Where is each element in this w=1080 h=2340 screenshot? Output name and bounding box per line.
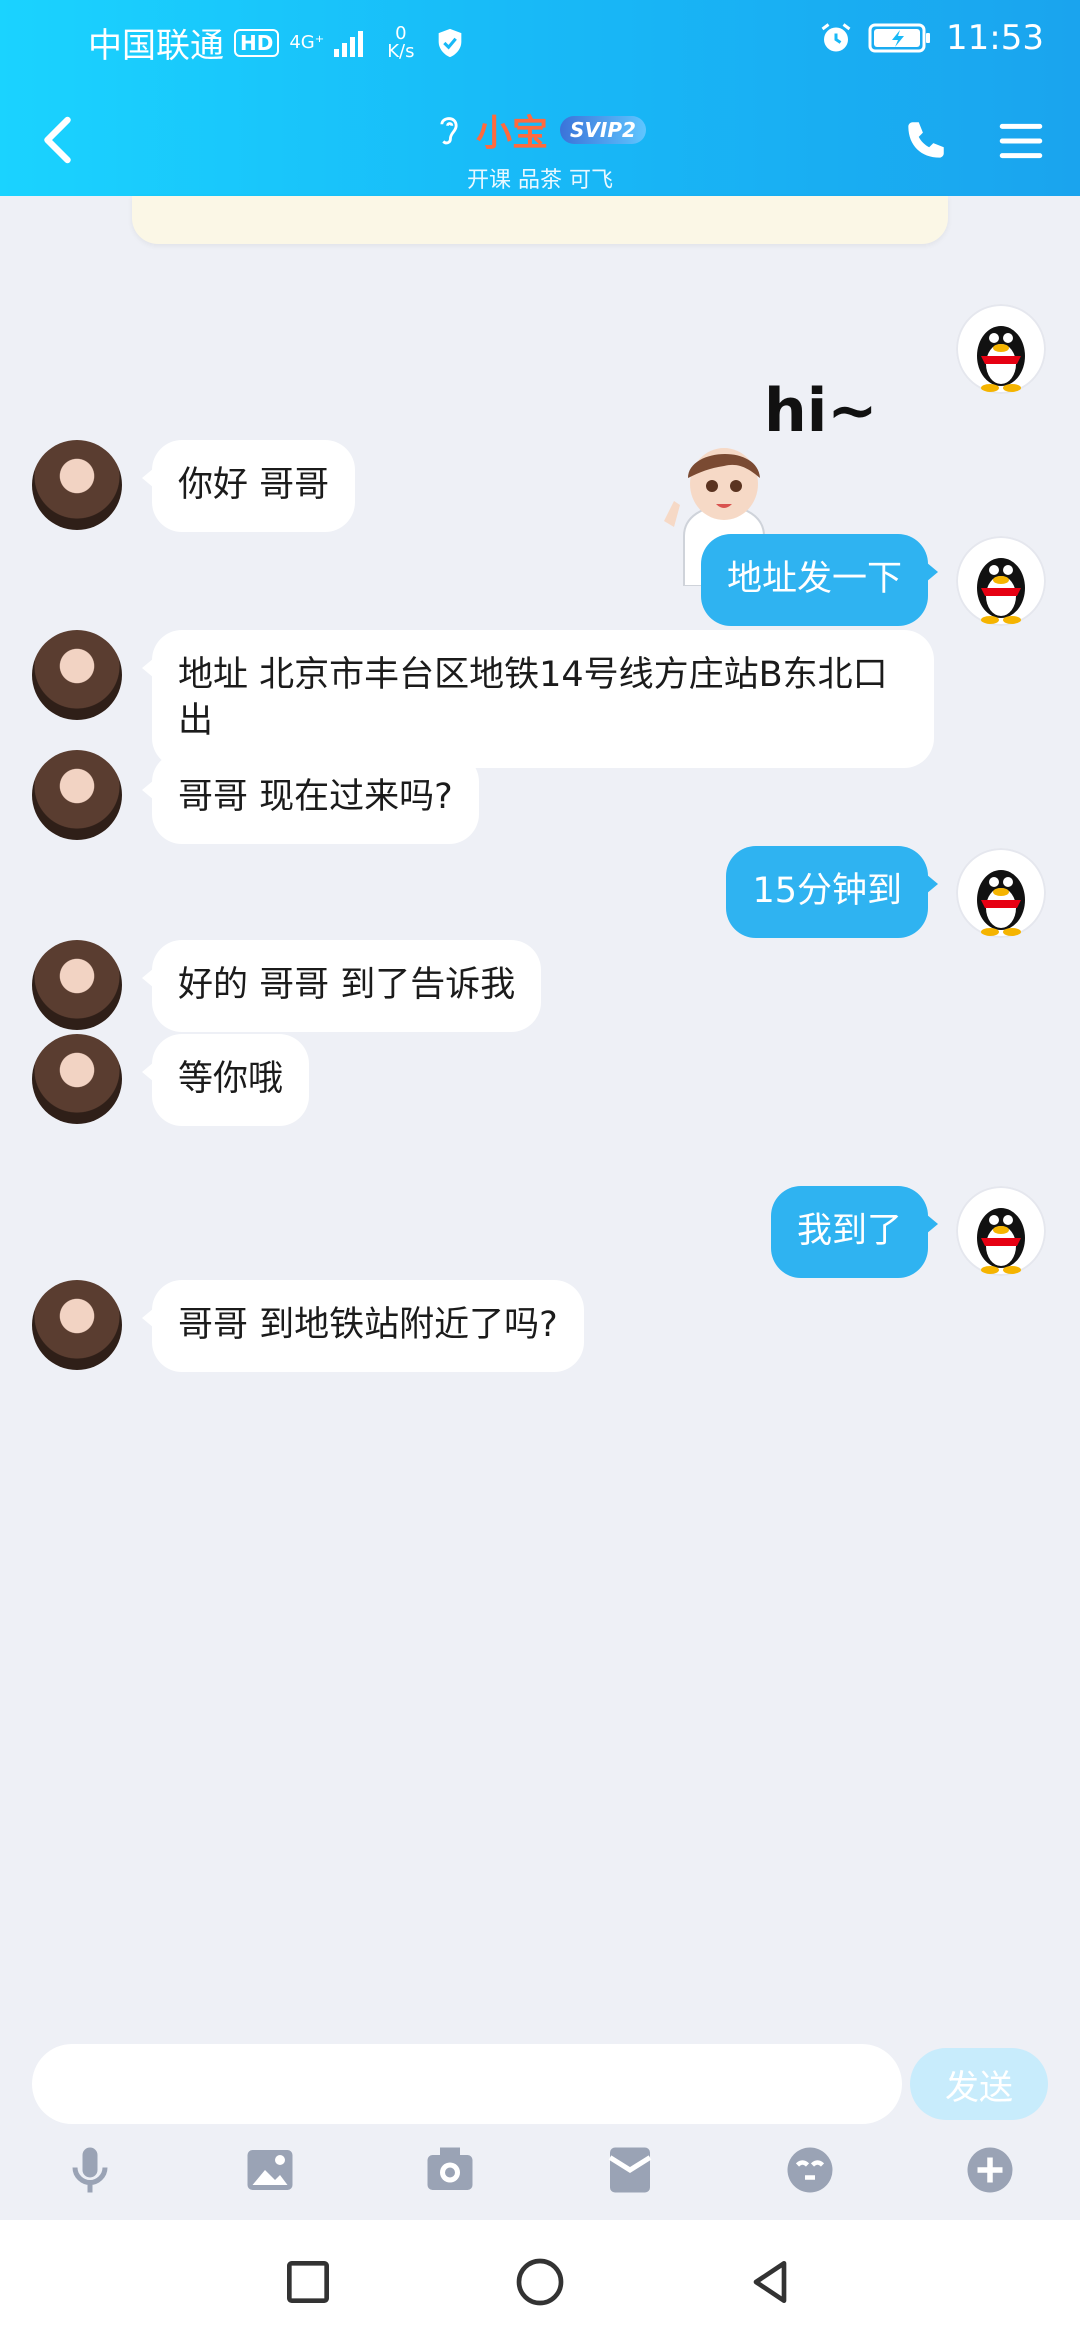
message-bubble-in[interactable]: 哥哥 现在过来吗? xyxy=(142,752,479,844)
home-button[interactable] xyxy=(512,2254,568,2310)
emoji-icon[interactable] xyxy=(780,2140,840,2200)
status-bar: 中国联通 HD 4G⁺ 0 K/s 11:53 xyxy=(0,0,1080,80)
contact-avatar[interactable] xyxy=(32,1280,122,1370)
carrier-label: 中国联通 xyxy=(88,26,224,66)
message-bubble-in[interactable]: 地址 北京市丰台区地铁14号线方庄站B东北口出 xyxy=(142,630,934,768)
chat-header: 中国联通 HD 4G⁺ 0 K/s 11:53 小宝 SVIP2 开课 品茶 可… xyxy=(0,0,1080,196)
network-label: 4G⁺ xyxy=(289,32,325,53)
shield-check-icon xyxy=(438,28,461,57)
alarm-icon xyxy=(821,23,851,52)
contact-avatar[interactable] xyxy=(32,750,122,840)
previous-message-card xyxy=(132,196,948,244)
qq-penguin-icon xyxy=(977,870,1025,936)
speed-unit: K/s xyxy=(387,40,415,62)
my-avatar[interactable] xyxy=(956,1186,1046,1276)
hd-badge: HD xyxy=(234,28,280,57)
contact-avatar[interactable] xyxy=(32,440,122,530)
message-bubble-out[interactable]: 地址发一下 xyxy=(700,534,939,626)
speed-value: 0 xyxy=(395,22,407,44)
message-bubble-out[interactable]: 15分钟到 xyxy=(726,846,938,938)
menu-icon[interactable] xyxy=(996,116,1046,166)
red-packet-icon[interactable] xyxy=(600,2140,660,2200)
contact-signature: 开课 品茶 可飞 xyxy=(467,168,613,193)
contact-avatar[interactable] xyxy=(32,1034,122,1124)
voice-icon[interactable] xyxy=(60,2140,120,2200)
back-button[interactable] xyxy=(742,2254,798,2310)
message-bubble-in[interactable]: 等你哦 xyxy=(141,1034,310,1126)
contact-avatar[interactable] xyxy=(32,940,122,1030)
system-navigation-bar xyxy=(0,2220,1080,2340)
plus-icon[interactable] xyxy=(960,2140,1020,2200)
my-avatar[interactable] xyxy=(956,848,1046,938)
my-avatar[interactable] xyxy=(956,536,1046,626)
phone-icon[interactable] xyxy=(900,116,950,166)
message-list[interactable]: hi~ 你好 哥哥 地址发一下 地址 北京市丰台区地铁14号线方庄站B东北口出 … xyxy=(0,196,1080,2056)
contact-avatar[interactable] xyxy=(32,630,122,720)
message-bubble-in[interactable]: 哥哥 到地铁站附近了吗? xyxy=(142,1280,584,1372)
my-avatar[interactable] xyxy=(956,304,1046,394)
svip-badge: SVIP2 xyxy=(560,116,646,144)
image-icon[interactable] xyxy=(240,2140,300,2200)
signal-icon xyxy=(334,29,364,57)
qq-penguin-icon xyxy=(977,326,1025,392)
message-input[interactable] xyxy=(32,2044,902,2124)
status-left: 中国联通 HD 4G⁺ 0 K/s xyxy=(88,18,467,67)
composer: 发送 xyxy=(0,2040,1080,2130)
camera-icon[interactable] xyxy=(420,2140,480,2200)
message-bubble-in[interactable]: 你好 哥哥 xyxy=(141,440,356,532)
network-speed: 0 K/s xyxy=(387,22,415,62)
recent-apps-button[interactable] xyxy=(280,2254,336,2310)
message-bubble-out[interactable]: 我到了 xyxy=(770,1186,939,1278)
clock-time: 11:53 xyxy=(946,18,1044,58)
input-toolbar xyxy=(0,2140,1080,2220)
contact-name: 小宝 xyxy=(476,113,549,154)
qq-penguin-icon xyxy=(977,1208,1025,1274)
message-bubble-in[interactable]: 好的 哥哥 到了告诉我 xyxy=(141,940,542,1032)
title-line: 小宝 SVIP2 xyxy=(434,104,646,156)
qq-penguin-icon xyxy=(977,558,1025,624)
nav-bar: 小宝 SVIP2 开课 品茶 可飞 xyxy=(0,96,1080,196)
send-button[interactable]: 发送 xyxy=(910,2048,1048,2120)
status-right: 11:53 xyxy=(818,18,1044,58)
ear-icon xyxy=(440,117,458,145)
battery-icon xyxy=(868,23,931,53)
